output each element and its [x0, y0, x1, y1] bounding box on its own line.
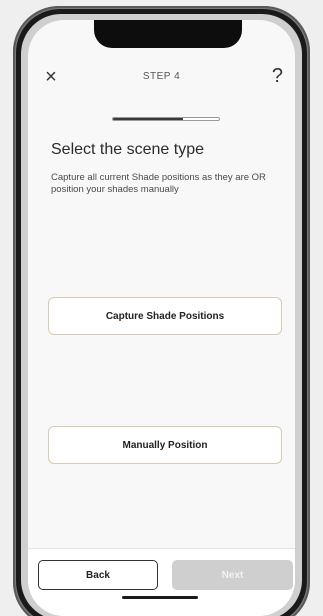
wizard-header: × STEP 4 ? [28, 60, 295, 96]
app-page: × STEP 4 ? Select the scene type Capture… [0, 0, 323, 616]
capture-shade-positions-button[interactable]: Capture Shade Positions [48, 297, 282, 335]
page-description: Capture all current Shade positions as t… [51, 172, 266, 195]
back-button[interactable]: Back [38, 560, 158, 590]
step-title: STEP 4 [142, 71, 181, 82]
phone-notch [94, 20, 242, 48]
wizard-footer: Back Next [28, 548, 295, 616]
progress-bar [112, 117, 220, 121]
manually-position-button[interactable]: Manually Position [48, 426, 282, 464]
phone-screen: × STEP 4 ? Select the scene type Capture… [28, 20, 295, 616]
next-button: Next [172, 560, 293, 590]
help-icon[interactable]: ? [272, 65, 283, 88]
progress-fill [113, 118, 183, 120]
page-title: Select the scene type [51, 141, 204, 158]
home-indicator [122, 596, 198, 599]
